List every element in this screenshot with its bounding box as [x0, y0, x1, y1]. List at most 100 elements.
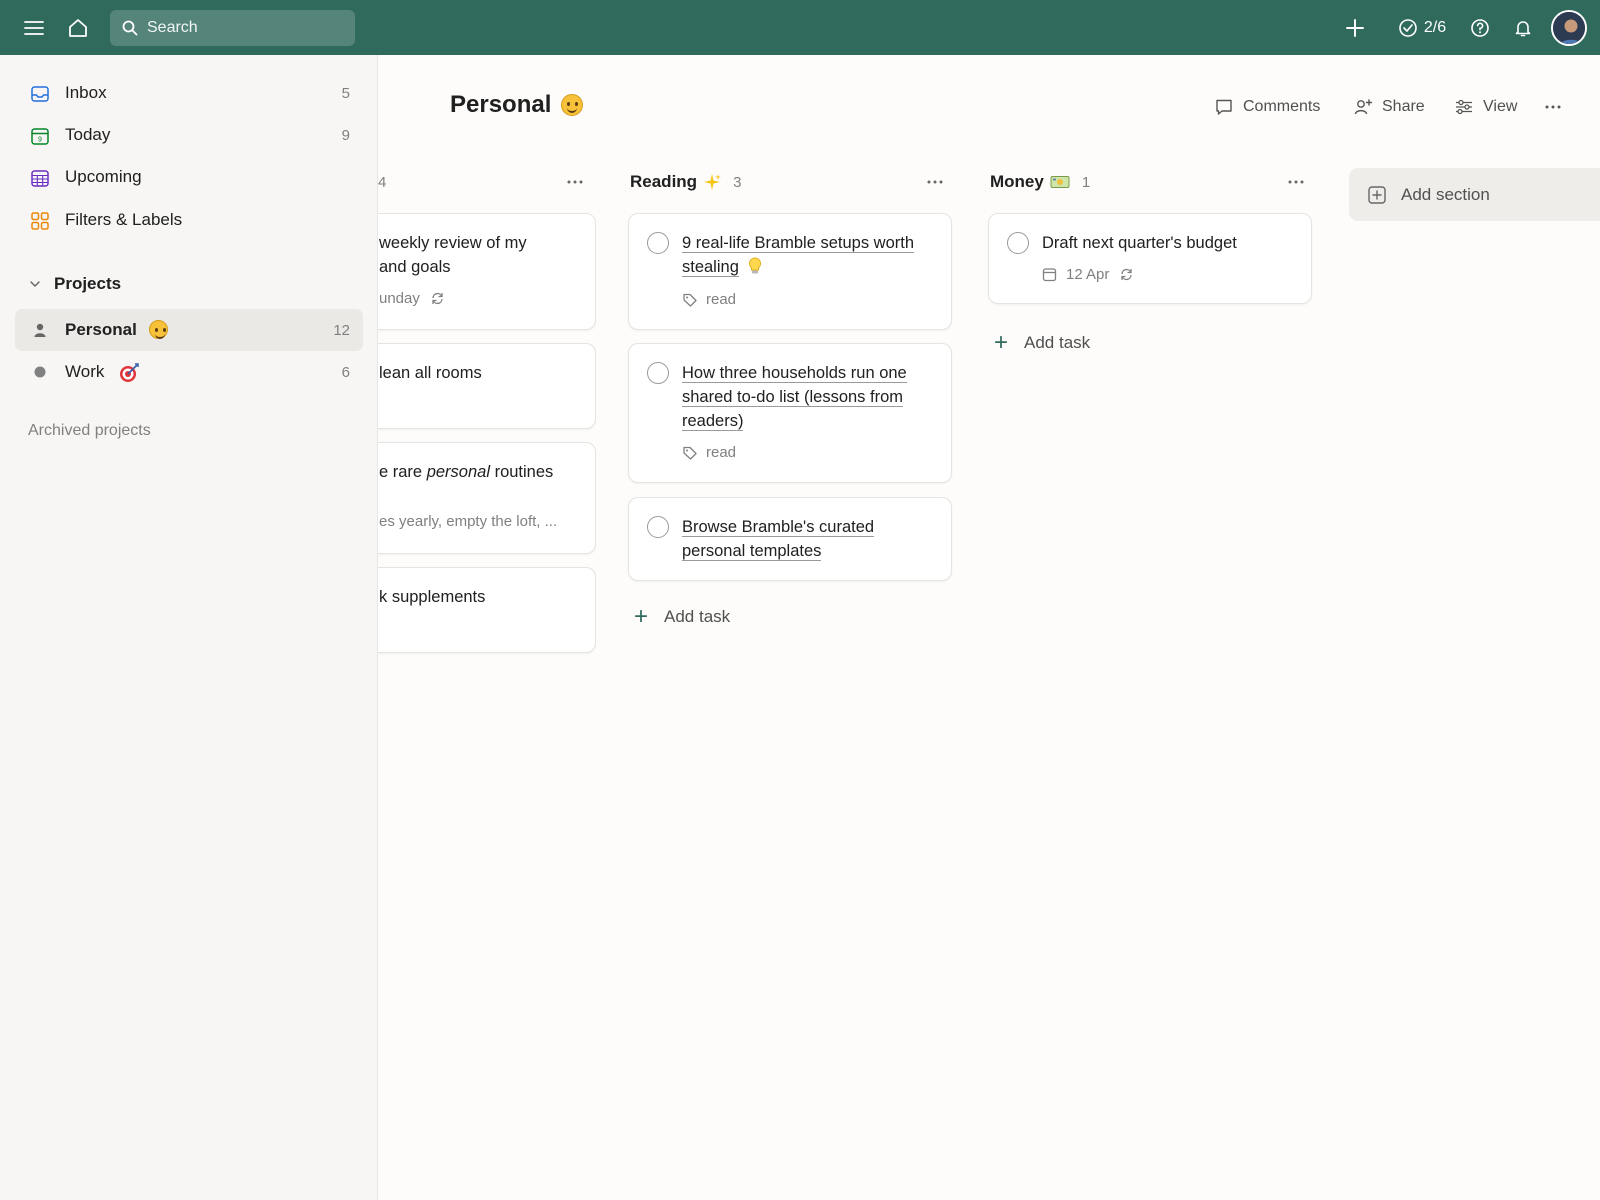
task-card[interactable]: Browse Bramble's curated personal templa…	[628, 497, 952, 581]
check-circle-icon	[1399, 18, 1417, 37]
plus-icon[interactable]	[1338, 0, 1372, 55]
task-card[interactable]: 9 real-life Bramble setups worth stealin…	[628, 213, 952, 330]
section-more-icon[interactable]	[922, 170, 948, 194]
karma-count: 2/6	[1423, 18, 1447, 36]
share-button[interactable]: Share	[1353, 94, 1425, 120]
section-head-hidden: 4	[378, 168, 386, 196]
chevron-down-icon[interactable]	[28, 277, 42, 291]
task-description: es yearly, empty the loft, ...	[379, 513, 558, 530]
section-count: 4	[378, 173, 387, 191]
calendar-icon	[1042, 268, 1057, 282]
task-card[interactable]: weekly review of my and goals unday	[378, 213, 596, 330]
sidebar-item-label: Inbox	[65, 83, 107, 102]
view-label: View	[1483, 98, 1518, 115]
task-due: unday	[379, 290, 445, 307]
comment-icon	[1216, 99, 1232, 115]
search-icon	[122, 20, 138, 36]
projects-header[interactable]: Projects	[28, 269, 121, 299]
archived-projects-link[interactable]: Archived projects	[28, 422, 151, 440]
section-name: Reading	[630, 172, 698, 191]
task-label: read	[682, 291, 736, 308]
task-label: read	[682, 444, 736, 461]
bulb-icon	[749, 257, 762, 274]
task-title[interactable]: How three households run one shared to-d…	[682, 361, 933, 433]
task-checkbox[interactable]	[1007, 232, 1029, 254]
add-section-label: Add section	[1401, 184, 1490, 204]
sidebar-item-upcoming[interactable]: Upcoming	[15, 157, 363, 197]
tag-icon	[683, 446, 697, 460]
task-title: k supplements	[379, 588, 486, 606]
plus-icon: +	[994, 329, 1009, 356]
home-icon[interactable]	[60, 0, 96, 55]
search-box[interactable]	[110, 10, 355, 46]
add-task-label: Add task	[1024, 333, 1091, 352]
task-title: weekly review of my and goals	[379, 234, 527, 276]
inbox-icon	[31, 86, 49, 102]
sidebar-item-today[interactable]: 9 Today 9	[15, 115, 363, 155]
add-task-button[interactable]: + Add task	[634, 603, 730, 631]
add-section-button[interactable]: Add section	[1349, 168, 1600, 221]
sidebar-item-label: Today	[65, 125, 111, 144]
task-title[interactable]: Draft next quarter's budget	[1042, 231, 1293, 255]
menu-icon[interactable]	[16, 0, 52, 55]
avatar[interactable]	[1551, 10, 1587, 46]
section-head-reading: Reading 3	[630, 168, 741, 196]
task-card[interactable]: lean all rooms	[378, 343, 596, 429]
section-more-icon[interactable]	[1283, 170, 1309, 194]
section-name: Money	[990, 172, 1044, 191]
view-button[interactable]: View	[1454, 94, 1517, 120]
target-icon	[120, 363, 139, 382]
tag-icon	[683, 293, 697, 307]
add-task-label: Add task	[664, 607, 731, 626]
project-dot-icon	[34, 366, 46, 378]
add-square-icon	[1368, 185, 1386, 204]
sidebar-item-filters-labels[interactable]: Filters & Labels	[15, 200, 363, 240]
section-more-icon[interactable]	[562, 170, 588, 194]
section-count: 1	[1081, 173, 1091, 191]
sidebar-item-count: 12	[333, 321, 350, 339]
task-card[interactable]: How three households run one shared to-d…	[628, 343, 952, 483]
task-card[interactable]: k supplements	[378, 567, 596, 653]
comments-label: Comments	[1243, 98, 1321, 115]
task-checkbox[interactable]	[647, 362, 669, 384]
recurring-icon	[1121, 268, 1133, 281]
task-card[interactable]: e rare personal routines es yearly, empt…	[378, 442, 596, 554]
sidebar-item-personal[interactable]: Personal 12	[15, 309, 363, 351]
top-bar: 2/6	[0, 0, 1600, 55]
upcoming-icon	[31, 170, 49, 187]
add-task-button[interactable]: + Add task	[994, 329, 1090, 357]
sidebar-item-label: Upcoming	[65, 167, 142, 186]
more-options-icon[interactable]	[1540, 94, 1566, 120]
recurring-icon	[432, 292, 443, 305]
karma-button[interactable]: 2/6	[1390, 0, 1454, 55]
plus-icon: +	[634, 603, 649, 630]
sidebar-item-label: Filters & Labels	[65, 210, 183, 229]
sidebar-item-inbox[interactable]: Inbox 5	[15, 73, 363, 113]
task-checkbox[interactable]	[647, 516, 669, 538]
first-section-cards: weekly review of my and goals unday lean…	[378, 200, 596, 680]
sliders-icon	[1456, 99, 1472, 115]
today-icon: 9	[31, 128, 49, 145]
bell-icon[interactable]	[1507, 0, 1539, 55]
sidebar: Inbox 5 9 Today 9 Upcoming Filters & Lab…	[0, 55, 378, 1200]
sidebar-item-label: Personal	[65, 320, 137, 339]
search-input[interactable]	[147, 19, 337, 37]
page-title-text: Personal	[450, 91, 552, 118]
smiley-icon	[561, 94, 584, 116]
task-due-date: 12 Apr	[1042, 266, 1134, 283]
comments-button[interactable]: Comments	[1214, 94, 1320, 120]
section-count: 3	[733, 173, 742, 191]
add-person-icon	[1354, 99, 1373, 115]
sidebar-item-work[interactable]: Work 6	[15, 351, 363, 393]
help-icon[interactable]	[1464, 0, 1496, 55]
task-title[interactable]: 9 real-life Bramble setups worth stealin…	[682, 231, 933, 279]
task-checkbox[interactable]	[647, 232, 669, 254]
task-title: lean all rooms	[379, 364, 482, 382]
filters-labels-icon	[31, 212, 49, 230]
sidebar-item-count: 5	[341, 84, 350, 102]
page-title: Personal	[450, 91, 584, 119]
task-title: e rare personal routines	[379, 463, 554, 481]
money-icon	[1050, 176, 1070, 188]
task-title[interactable]: Browse Bramble's curated personal templa…	[682, 515, 933, 563]
task-card[interactable]: Draft next quarter's budget 12 Apr	[988, 213, 1312, 304]
